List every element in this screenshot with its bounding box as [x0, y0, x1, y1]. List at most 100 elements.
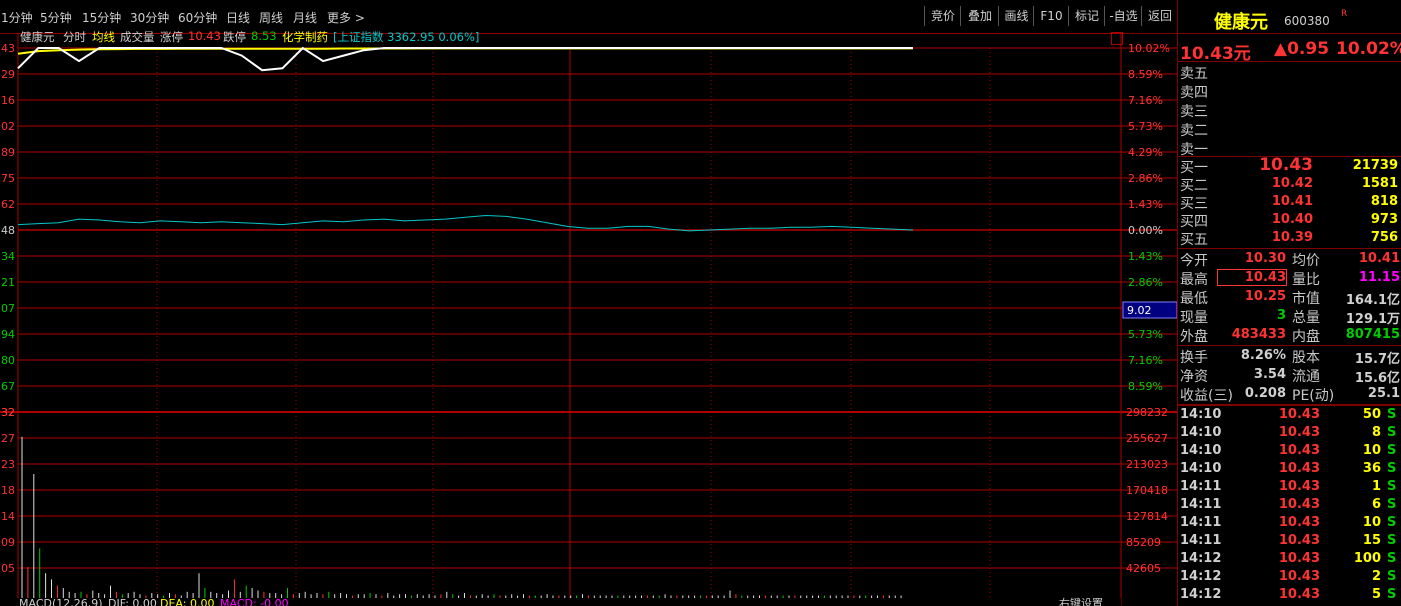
- legend-index: [上证指数 3362.95 0.06%]: [333, 30, 480, 44]
- legend-avg-line: 均线: [92, 30, 115, 44]
- toolbar-button[interactable]: 竞价: [924, 6, 961, 26]
- buy-volume: 818: [1370, 194, 1398, 209]
- toolbar-button[interactable]: 画线: [998, 6, 1034, 26]
- tick-price: 10.43: [1278, 587, 1320, 602]
- fund-value: 0.208: [1244, 386, 1286, 401]
- tick-volume: 8: [1371, 425, 1381, 440]
- stat-value: 10.25: [1244, 289, 1286, 304]
- fund-value: 8.26%: [1240, 348, 1286, 363]
- tick-row: 14:11 10.43 1 S: [1178, 479, 1401, 497]
- tick-time: 14:11: [1180, 515, 1222, 530]
- period-tab[interactable]: 1分钟: [1, 9, 33, 26]
- tick-volume: 1: [1371, 479, 1381, 494]
- period-tab[interactable]: 60分钟: [178, 9, 217, 26]
- stat-value: 10.43: [1217, 269, 1287, 286]
- volume-left-label: 23: [1, 458, 15, 471]
- stat-value: 164.1亿: [1345, 293, 1400, 308]
- volume-right-label: 213023: [1126, 458, 1168, 471]
- tick-side: S: [1387, 425, 1397, 440]
- stat-value: 10.41: [1358, 251, 1400, 266]
- chart-canvas: 43 29 16 02 89 75 62 48 34 21 07 94 80 67 32 10.02% 8.59…: [0, 33, 1177, 606]
- period-tab[interactable]: 月线: [293, 9, 317, 26]
- stat-label: 今开: [1180, 253, 1208, 269]
- period-tab[interactable]: 周线: [259, 9, 283, 26]
- toolbar-button[interactable]: 标记: [1068, 6, 1105, 26]
- tick-price: 10.43: [1278, 515, 1320, 530]
- tick-time: 14:11: [1180, 479, 1222, 494]
- tick-row: 14:10 10.43 8 S: [1178, 425, 1401, 443]
- volume-left-label: 09: [1, 536, 15, 549]
- toolbar-button[interactable]: -自选: [1104, 6, 1142, 26]
- buy-volume: 21739: [1352, 158, 1398, 173]
- stat-label: 最高: [1180, 272, 1208, 288]
- tick-volume: 100: [1353, 551, 1381, 566]
- stat-label: 总量: [1292, 310, 1320, 326]
- period-tab[interactable]: 15分钟: [82, 9, 121, 26]
- stat-label: 最低: [1180, 291, 1208, 307]
- tick-side: S: [1387, 407, 1397, 422]
- tick-volume: 5: [1371, 587, 1381, 602]
- left-price-label: 75: [1, 172, 15, 185]
- fund-value: 15.7亿: [1354, 352, 1400, 367]
- cursor-value: 9.02: [1127, 304, 1152, 317]
- tick-price: 10.43: [1278, 569, 1320, 584]
- right-pct-label: 4.29%: [1128, 146, 1163, 159]
- tick-price: 10.43: [1278, 461, 1320, 476]
- tick-price: 10.43: [1278, 533, 1320, 548]
- right-zero-label: 0.00%: [1128, 224, 1163, 237]
- toolbar-button[interactable]: F10: [1033, 6, 1069, 26]
- macd-dif: DIF: 0.00: [108, 597, 157, 606]
- stock-code: 600380: [1284, 14, 1330, 28]
- period-tab[interactable]: 更多 >: [327, 9, 365, 26]
- period-tab[interactable]: 30分钟: [130, 9, 169, 26]
- right-pct-label: 10.02%: [1128, 42, 1170, 55]
- tick-time: 14:12: [1180, 569, 1222, 584]
- volume-left-label: 05: [1, 562, 15, 575]
- tick-side: S: [1387, 569, 1397, 584]
- legend-limit-up-label: 涨停: [160, 30, 183, 44]
- volume-right-label: 255627: [1126, 432, 1168, 445]
- period-tab[interactable]: 5分钟: [40, 9, 72, 26]
- legend-volume: 成交量: [120, 30, 155, 44]
- buy-level-label: 买五: [1180, 232, 1208, 248]
- chart-close-icon[interactable]: [1111, 32, 1123, 45]
- right-pct-label: 2.86%: [1128, 172, 1163, 185]
- tick-time: 14:10: [1180, 407, 1222, 422]
- stat-value: 11.15: [1358, 270, 1400, 285]
- price-change-pct: 10.02%: [1336, 39, 1401, 59]
- tick-price: 10.43: [1278, 479, 1320, 494]
- legend-limit-up: 10.43: [188, 29, 221, 43]
- tick-time: 14:11: [1180, 533, 1222, 548]
- tick-row: 14:10 10.43 50 S: [1178, 407, 1401, 425]
- tick-side: S: [1387, 461, 1397, 476]
- volume-right-label: 170418: [1126, 484, 1168, 497]
- tick-time: 14:10: [1180, 443, 1222, 458]
- right-pct-label: 2.86%: [1128, 276, 1163, 289]
- period-tab[interactable]: 日线: [226, 9, 250, 26]
- stat-value: 3: [1276, 308, 1286, 323]
- sell-level-label: 卖三: [1180, 104, 1208, 120]
- right-pct-label: 7.16%: [1128, 354, 1163, 367]
- legend-sector: 化学制药: [282, 30, 328, 44]
- buy-price: 10.39: [1271, 230, 1313, 245]
- toolbar-button[interactable]: 返回: [1141, 6, 1178, 26]
- fund-label: 换手: [1180, 350, 1208, 366]
- price-change: ▲0.95: [1274, 39, 1330, 59]
- quote-panel: 健康元 600380 R 10.43元 ▲0.95 10.02% 卖五 卖四 卖三 卖二 卖一 买一 1…: [1177, 0, 1401, 606]
- left-price-label: 02: [1, 120, 15, 133]
- tick-row: 14:12 10.43 2 S: [1178, 569, 1401, 587]
- right-click-setting: 右键设置: [1059, 596, 1103, 606]
- avg-price-line: [17, 47, 913, 55]
- volume-top-label: 32: [1, 406, 15, 419]
- volume-right-label: 127814: [1126, 510, 1168, 523]
- macd-dea: DEA: 0.00: [160, 597, 214, 606]
- fund-label: 净资: [1180, 369, 1208, 385]
- price-line: [17, 46, 913, 72]
- buy-price: 10.42: [1271, 176, 1313, 191]
- toolbar-button[interactable]: 叠加: [960, 6, 999, 26]
- macd-label: MACD(12,26,9): [19, 597, 103, 606]
- left-price-label: 21: [1, 276, 15, 289]
- tick-volume: 15: [1362, 533, 1381, 548]
- right-pct-label: 5.73%: [1128, 120, 1163, 133]
- intraday-chart[interactable]: 43 29 16 02 89 75 62 48 34 21 07 94 80 67 32 10.02% 8.59…: [0, 29, 1177, 606]
